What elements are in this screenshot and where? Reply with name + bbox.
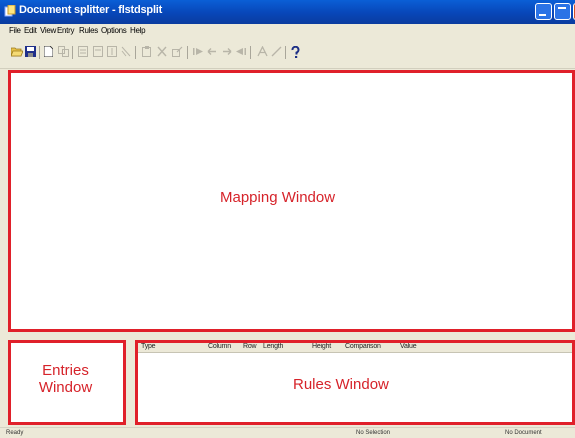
status-bar: Ready No Selection No Document xyxy=(0,427,575,438)
open-icon[interactable] xyxy=(11,46,23,57)
menu-rules[interactable]: Rules xyxy=(79,26,98,35)
status-ready: Ready xyxy=(6,430,24,436)
line-tool-icon[interactable] xyxy=(271,46,282,57)
status-selection: No Selection xyxy=(356,430,391,436)
menu-help[interactable]: Help xyxy=(130,26,146,35)
toolbar-separator xyxy=(250,46,251,59)
last-icon[interactable] xyxy=(235,46,246,57)
entries-label-line2: Window xyxy=(38,379,93,396)
edit-icon[interactable] xyxy=(172,46,183,57)
minimize-icon xyxy=(539,14,546,16)
status-document: No Document xyxy=(505,430,542,436)
page-icon[interactable] xyxy=(93,46,104,57)
menu-options[interactable]: Options xyxy=(101,26,127,35)
toolbar-separator xyxy=(135,46,136,59)
page-icon[interactable] xyxy=(121,46,132,57)
entries-label-line1: Entries xyxy=(42,362,89,379)
help-icon[interactable] xyxy=(291,46,302,58)
paste-icon[interactable] xyxy=(142,46,153,57)
title-bar: Document splitter - flstdsplit xyxy=(0,0,575,24)
toolbar xyxy=(0,39,575,69)
rules-window-label: Rules Window xyxy=(293,376,389,393)
toolbar-separator xyxy=(187,46,188,59)
entries-window-label: Entries Window xyxy=(28,362,103,396)
save-icon[interactable] xyxy=(25,46,36,57)
next-icon[interactable] xyxy=(221,46,232,57)
text-tool-icon[interactable] xyxy=(257,46,268,57)
horizontal-splitter[interactable] xyxy=(0,332,575,340)
new-icon[interactable] xyxy=(44,46,55,57)
menu-bar: File Edit View Entry Rules Options Help xyxy=(0,24,575,39)
page-icon[interactable] xyxy=(78,46,89,57)
page-icon[interactable] xyxy=(107,46,118,57)
menu-edit[interactable]: Edit xyxy=(24,26,37,35)
prev-icon[interactable] xyxy=(207,46,218,57)
copy-icon[interactable] xyxy=(58,46,69,57)
app-icon xyxy=(4,5,16,17)
maximize-button[interactable] xyxy=(554,3,571,20)
first-icon[interactable] xyxy=(193,46,204,57)
toolbar-separator xyxy=(39,46,40,59)
minimize-button[interactable] xyxy=(535,3,552,20)
maximize-icon xyxy=(558,7,566,9)
menu-entry[interactable]: Entry xyxy=(57,26,74,35)
mapping-window-label: Mapping Window xyxy=(220,189,336,206)
toolbar-separator xyxy=(72,46,73,59)
delete-icon[interactable] xyxy=(157,46,168,57)
toolbar-separator xyxy=(285,46,286,59)
menu-view[interactable]: View xyxy=(40,26,56,35)
menu-file[interactable]: File xyxy=(9,26,21,35)
window-title: Document splitter - flstdsplit xyxy=(19,4,163,16)
